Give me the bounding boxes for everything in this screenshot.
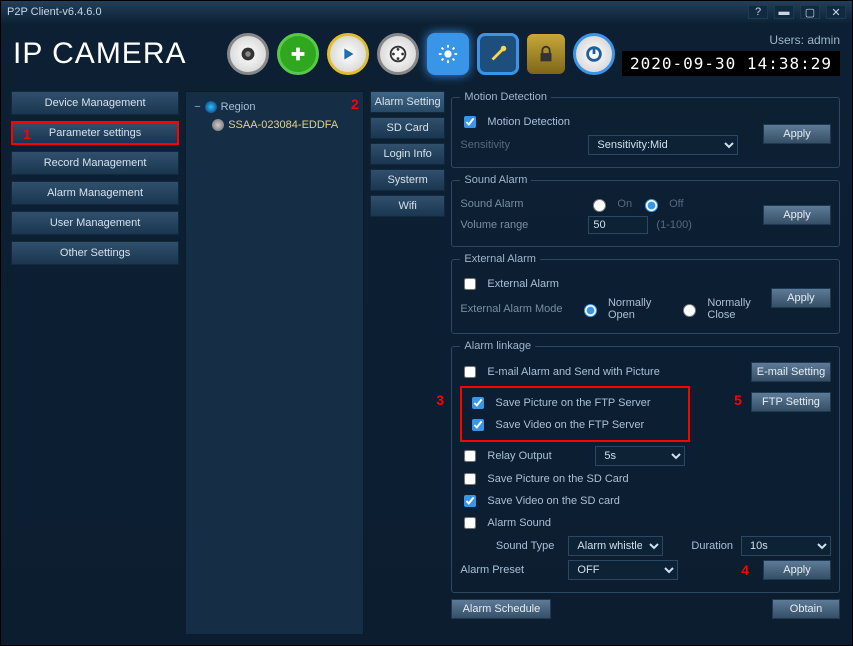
volume-range-input[interactable] — [588, 216, 648, 234]
sound-apply-button[interactable]: Apply — [763, 205, 831, 225]
relay-output-select[interactable]: 5s — [595, 446, 685, 466]
sidebar-item-device-management[interactable]: Device Management — [11, 91, 179, 115]
annotation-5: 5 — [734, 392, 742, 408]
sidebar-item-alarm-management[interactable]: Alarm Management — [11, 181, 179, 205]
sensitivity-select[interactable]: Sensitivity:Mid — [588, 135, 738, 155]
external-alarm-checkbox[interactable] — [464, 278, 476, 290]
clock: 2020-09-30 14:38:29 — [622, 51, 840, 76]
annotation-4: 4 — [741, 562, 749, 578]
alarm-schedule-button[interactable]: Alarm Schedule — [451, 599, 551, 619]
external-legend: External Alarm — [460, 253, 540, 265]
sound-legend: Sound Alarm — [460, 174, 531, 186]
sound-alarm-label: Sound Alarm — [460, 198, 580, 210]
play-icon[interactable] — [327, 33, 369, 75]
ftp-video-checkbox[interactable] — [472, 419, 484, 431]
tree-device[interactable]: SSAA-023084-EDDFA — [194, 116, 355, 134]
volume-range-hint: (1-100) — [656, 219, 691, 231]
annotation-1: 1 — [23, 126, 31, 142]
sensitivity-label: Sensitivity — [460, 139, 580, 151]
tab-login-info[interactable]: Login Info — [370, 143, 446, 165]
motion-apply-button[interactable]: Apply — [763, 124, 831, 144]
power-icon[interactable] — [573, 33, 615, 75]
add-icon[interactable] — [277, 33, 319, 75]
alarm-sound-checkbox[interactable] — [464, 517, 476, 529]
alarm-sound-label: Alarm Sound — [487, 517, 551, 529]
relay-output-checkbox[interactable] — [464, 450, 476, 462]
tab-wifi[interactable]: Wifi — [370, 195, 446, 217]
sound-type-label: Sound Type — [460, 540, 560, 552]
motion-legend: Motion Detection — [460, 91, 551, 103]
motion-detection-label: Motion Detection — [487, 116, 570, 128]
sidebar-item-parameter-settings[interactable]: 1 Parameter settings — [11, 121, 179, 145]
email-alarm-label: E-mail Alarm and Send with Picture — [487, 366, 659, 378]
sound-off-radio[interactable] — [645, 199, 658, 212]
device-icon — [212, 119, 224, 131]
ftp-setting-button[interactable]: FTP Setting — [751, 392, 831, 412]
toolbar — [227, 33, 615, 75]
motion-detection-group: Motion Detection Motion Detection Sensit… — [451, 91, 840, 168]
settings-tabs: Alarm Setting SD Card Login Info Systerm… — [370, 91, 446, 635]
tab-sd-card[interactable]: SD Card — [370, 117, 446, 139]
annotation-3: 3 — [436, 392, 444, 408]
users-label: Users: admin — [622, 33, 840, 47]
main-panel: Motion Detection Motion Detection Sensit… — [451, 91, 842, 635]
external-mode-label: External Alarm Mode — [460, 303, 571, 315]
normally-close-radio[interactable] — [683, 304, 696, 317]
sidebar-item-other-settings[interactable]: Other Settings — [11, 241, 179, 265]
volume-range-label: Volume range — [460, 219, 580, 231]
duration-label: Duration — [691, 540, 733, 552]
email-setting-button[interactable]: E-mail Setting — [751, 362, 831, 382]
sidebar-item-record-management[interactable]: Record Management — [11, 151, 179, 175]
obtain-button[interactable]: Obtain — [772, 599, 840, 619]
globe-icon — [205, 101, 217, 113]
ftp-video-label: Save Video on the FTP Server — [495, 419, 644, 431]
alarm-linkage-group: Alarm linkage 3 E-mail Alarm and Send wi… — [451, 340, 840, 593]
sd-picture-label: Save Picture on the SD Card — [487, 473, 628, 485]
reel-icon[interactable] — [377, 33, 419, 75]
sd-picture-checkbox[interactable] — [464, 473, 476, 485]
sound-on-radio[interactable] — [593, 199, 606, 212]
camera-icon[interactable] — [227, 33, 269, 75]
motion-detection-checkbox[interactable] — [464, 116, 476, 128]
close-icon[interactable]: ✕ — [826, 5, 846, 19]
device-tree: − Region SSAA-023084-EDDFA 2 — [185, 91, 364, 635]
sidebar-item-user-management[interactable]: User Management — [11, 211, 179, 235]
help-icon[interactable]: ? — [748, 5, 768, 19]
ftp-picture-label: Save Picture on the FTP Server — [495, 397, 650, 409]
app-logo: IP CAMERA — [13, 37, 187, 71]
annotation-2: 2 — [351, 96, 359, 112]
alarm-preset-label: Alarm Preset — [460, 564, 560, 576]
sound-type-select[interactable]: Alarm whistle — [568, 536, 663, 556]
sd-video-label: Save Video on the SD card — [487, 495, 620, 507]
tab-alarm-setting[interactable]: Alarm Setting — [370, 91, 446, 113]
left-sidebar: Device Management 1 Parameter settings R… — [11, 91, 179, 635]
linkage-apply-button[interactable]: Apply — [763, 560, 831, 580]
sd-video-checkbox[interactable] — [464, 495, 476, 507]
window-title: P2P Client-v6.4.6.0 — [7, 6, 102, 18]
wand-icon[interactable] — [477, 33, 519, 75]
alarm-preset-select[interactable]: OFF — [568, 560, 678, 580]
duration-select[interactable]: 10s — [741, 536, 831, 556]
external-alarm-group: External Alarm External Alarm External A… — [451, 253, 840, 334]
external-alarm-label: External Alarm — [487, 278, 559, 290]
sound-alarm-group: Sound Alarm Sound Alarm On Off Volume ra… — [451, 174, 840, 247]
maximize-icon[interactable]: ▢ — [800, 5, 820, 19]
lock-icon[interactable] — [527, 34, 565, 74]
relay-output-label: Relay Output — [487, 450, 587, 462]
settings-icon[interactable] — [427, 33, 469, 75]
ftp-picture-checkbox[interactable] — [472, 397, 484, 409]
linkage-legend: Alarm linkage — [460, 340, 535, 352]
tab-systerm[interactable]: Systerm — [370, 169, 446, 191]
tree-root[interactable]: − Region — [194, 98, 355, 116]
email-alarm-checkbox[interactable] — [464, 366, 476, 378]
normally-open-radio[interactable] — [584, 304, 597, 317]
minimize-icon[interactable]: ▬ — [774, 5, 794, 19]
external-apply-button[interactable]: Apply — [771, 288, 831, 308]
